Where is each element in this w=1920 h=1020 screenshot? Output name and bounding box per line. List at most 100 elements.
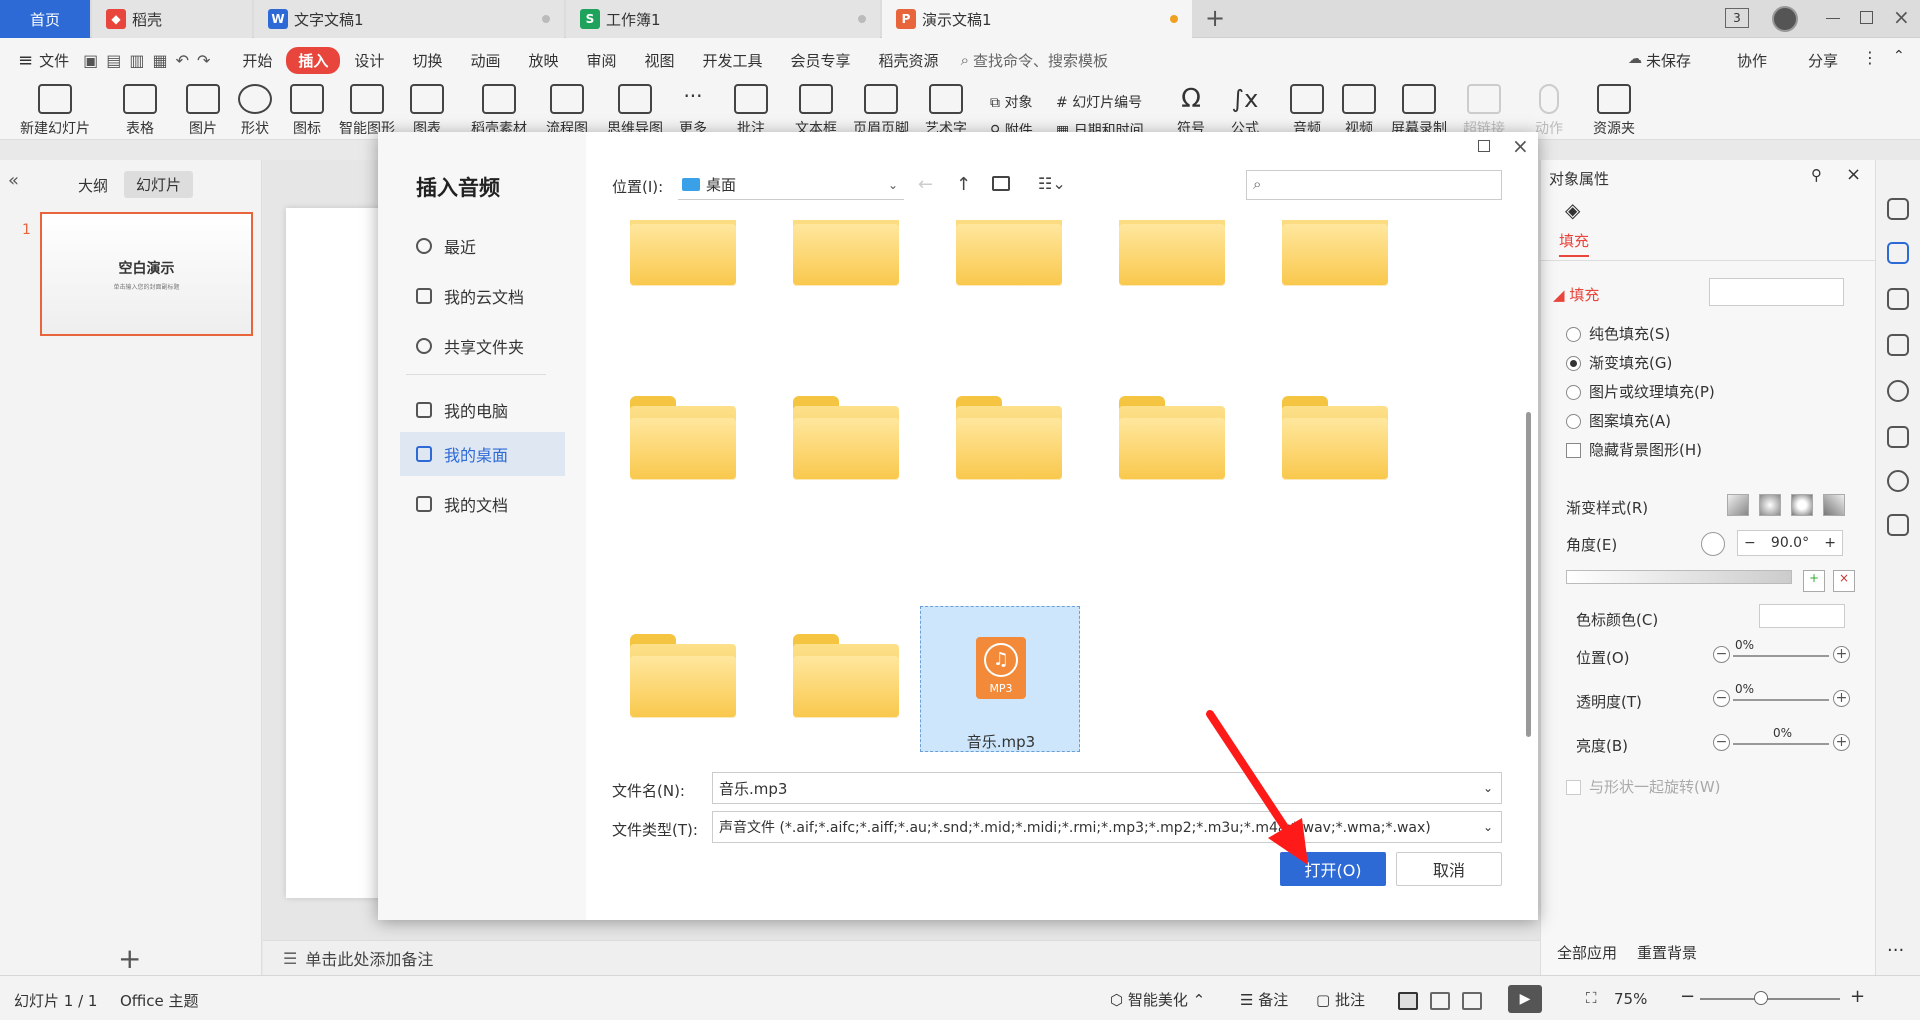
bolt-icon[interactable] <box>1887 470 1909 492</box>
angle-stepper[interactable]: −90.0° + <box>1737 530 1843 556</box>
collapse-ribbon-icon[interactable]: ⌃ <box>1893 48 1905 64</box>
folder-item[interactable] <box>630 634 736 718</box>
menu-start[interactable]: 开始 <box>228 50 286 71</box>
zoom-slider-thumb[interactable] <box>1754 991 1768 1005</box>
folder-item[interactable] <box>630 396 736 480</box>
theme-name[interactable]: Office 主题 <box>120 990 199 1011</box>
gradient-bar[interactable] <box>1566 570 1792 584</box>
avatar[interactable] <box>1772 6 1798 32</box>
plus-icon[interactable]: + <box>1824 535 1836 551</box>
folder-item[interactable] <box>1119 220 1225 286</box>
minimize-icon[interactable] <box>1826 18 1840 19</box>
plus-circle-icon[interactable]: + <box>1833 646 1850 663</box>
view-mode-icon[interactable]: ☷⌄ <box>1038 174 1066 193</box>
tab-presentation[interactable]: P 演示文稿1 <box>882 0 1192 38</box>
icon-button[interactable]: 图标 <box>282 84 332 139</box>
rocket-icon[interactable] <box>1887 198 1909 220</box>
menu-transition[interactable]: 切换 <box>398 50 456 71</box>
close-panel-icon[interactable]: × <box>1846 164 1861 185</box>
minus-icon[interactable]: − <box>1744 535 1756 551</box>
slide-thumbnail[interactable]: 空白演示 单击输入您的封面副标题 <box>40 212 253 336</box>
menu-review[interactable]: 审阅 <box>572 50 630 71</box>
folder-item[interactable] <box>793 396 899 480</box>
new-tab-button[interactable]: + <box>1205 4 1225 32</box>
beautify-button[interactable]: ⬡ 智能美化 ⌃ <box>1110 989 1205 1010</box>
comments-toggle[interactable]: ▢ 批注 <box>1316 989 1365 1010</box>
zoom-in-icon[interactable]: + <box>1850 986 1865 1007</box>
reset-background-button[interactable]: 重置背景 <box>1637 942 1697 963</box>
fill-tab[interactable]: 填充 <box>1559 230 1590 257</box>
folder-item[interactable] <box>1282 220 1388 286</box>
copy-icon[interactable] <box>1887 334 1909 356</box>
menu-view[interactable]: 视图 <box>631 50 689 71</box>
filename-input[interactable]: 音乐.mp3 ⌄ <box>712 772 1502 804</box>
folder-item[interactable] <box>1119 396 1225 480</box>
new-folder-icon[interactable] <box>992 176 1010 191</box>
menu-developer[interactable]: 开发工具 <box>689 50 777 71</box>
nav-my-desktop[interactable]: 我的桌面 <box>400 432 565 476</box>
tab-sheet[interactable]: S 工作簿1 <box>566 0 880 38</box>
star-icon[interactable] <box>1887 288 1909 310</box>
more-icon[interactable]: ⋮ <box>1862 48 1878 67</box>
menu-docer-resources[interactable]: 稻壳资源 <box>865 50 953 71</box>
menu-design[interactable]: 设计 <box>340 50 398 71</box>
plus-circle-icon[interactable]: + <box>1833 734 1850 751</box>
menu-slideshow[interactable]: 放映 <box>514 50 572 71</box>
close-window-icon[interactable]: × <box>1893 5 1910 29</box>
command-search[interactable]: 查找命令、搜索模板 <box>973 50 1108 71</box>
share-button[interactable]: 分享 <box>1808 50 1838 71</box>
hide-background-checkbox[interactable]: 隐藏背景图形(H) <box>1566 439 1702 460</box>
nav-cloud-docs[interactable]: 我的云文档 <box>400 274 565 318</box>
normal-view-icon[interactable] <box>1398 992 1418 1010</box>
slide-number-button[interactable]: # 幻灯片编号 <box>1056 92 1142 112</box>
nav-shared-folder[interactable]: 共享文件夹 <box>400 324 565 368</box>
nav-my-documents[interactable]: 我的文档 <box>400 482 565 526</box>
close-dialog-icon[interactable]: × <box>1512 134 1529 158</box>
zoom-slider[interactable] <box>1700 998 1840 1000</box>
tab-docer[interactable]: ◆ 稻壳 <box>92 0 252 38</box>
zoom-out-icon[interactable]: − <box>1680 986 1695 1007</box>
selected-file-item[interactable]: ♫ MP3 音乐.mp3 <box>920 606 1080 752</box>
picture-button[interactable]: 图片 <box>178 84 228 139</box>
apply-all-button[interactable]: 全部应用 <box>1557 942 1617 963</box>
tab-outline[interactable]: 大纲 <box>78 175 108 196</box>
folder-item[interactable] <box>793 634 899 718</box>
notes-area[interactable]: ☰ 单击此处添加备注 <box>263 940 1540 975</box>
object-button[interactable]: ⧉ 对象 <box>990 92 1032 112</box>
more-icon[interactable]: ··· <box>1887 940 1904 961</box>
gradient-style-radial[interactable] <box>1759 494 1781 516</box>
window-count-badge[interactable]: 3 <box>1725 8 1749 28</box>
folder-item[interactable] <box>956 396 1062 480</box>
table-button[interactable]: 表格 <box>115 84 165 139</box>
add-slide-icon[interactable]: + <box>118 942 141 975</box>
fill-section-header[interactable]: ◢ 填充 <box>1553 284 1599 305</box>
collapse-panel-icon[interactable]: « <box>8 170 19 191</box>
plus-circle-icon[interactable]: + <box>1833 690 1850 707</box>
image-icon[interactable] <box>1887 426 1909 448</box>
minus-circle-icon[interactable]: − <box>1713 646 1730 663</box>
menu-animation[interactable]: 动画 <box>456 50 514 71</box>
up-arrow-icon[interactable]: ↑ <box>956 174 971 195</box>
tab-writer[interactable]: W 文字文稿1 <box>254 0 564 38</box>
menu-insert[interactable]: 插入 <box>286 46 341 74</box>
transparency-slider[interactable] <box>1733 699 1829 701</box>
close-icon[interactable] <box>858 15 866 23</box>
new-slide-button[interactable]: 新建幻灯片 <box>10 84 100 139</box>
folder-item[interactable] <box>1282 396 1388 480</box>
back-arrow-icon[interactable]: ← <box>918 174 933 195</box>
panel-title[interactable]: 对象属性 <box>1549 168 1609 189</box>
cancel-button[interactable]: 取消 <box>1396 852 1502 886</box>
maximize-dialog-icon[interactable] <box>1478 140 1490 152</box>
close-icon[interactable] <box>542 15 550 23</box>
add-stop-icon[interactable]: + <box>1803 570 1825 592</box>
pattern-fill-option[interactable]: 图案填充(A) <box>1566 410 1671 431</box>
minus-circle-icon[interactable]: − <box>1713 690 1730 707</box>
reading-view-icon[interactable] <box>1462 992 1482 1010</box>
nav-my-computer[interactable]: 我的电脑 <box>400 388 565 432</box>
picture-fill-option[interactable]: 图片或纹理填充(P) <box>1566 381 1715 402</box>
position-slider[interactable] <box>1733 655 1829 657</box>
color-stop-dropdown[interactable] <box>1759 604 1845 628</box>
file-list-scrollbar[interactable] <box>1526 412 1531 737</box>
remove-stop-icon[interactable]: × <box>1833 570 1855 592</box>
gradient-style-path[interactable] <box>1823 494 1845 516</box>
